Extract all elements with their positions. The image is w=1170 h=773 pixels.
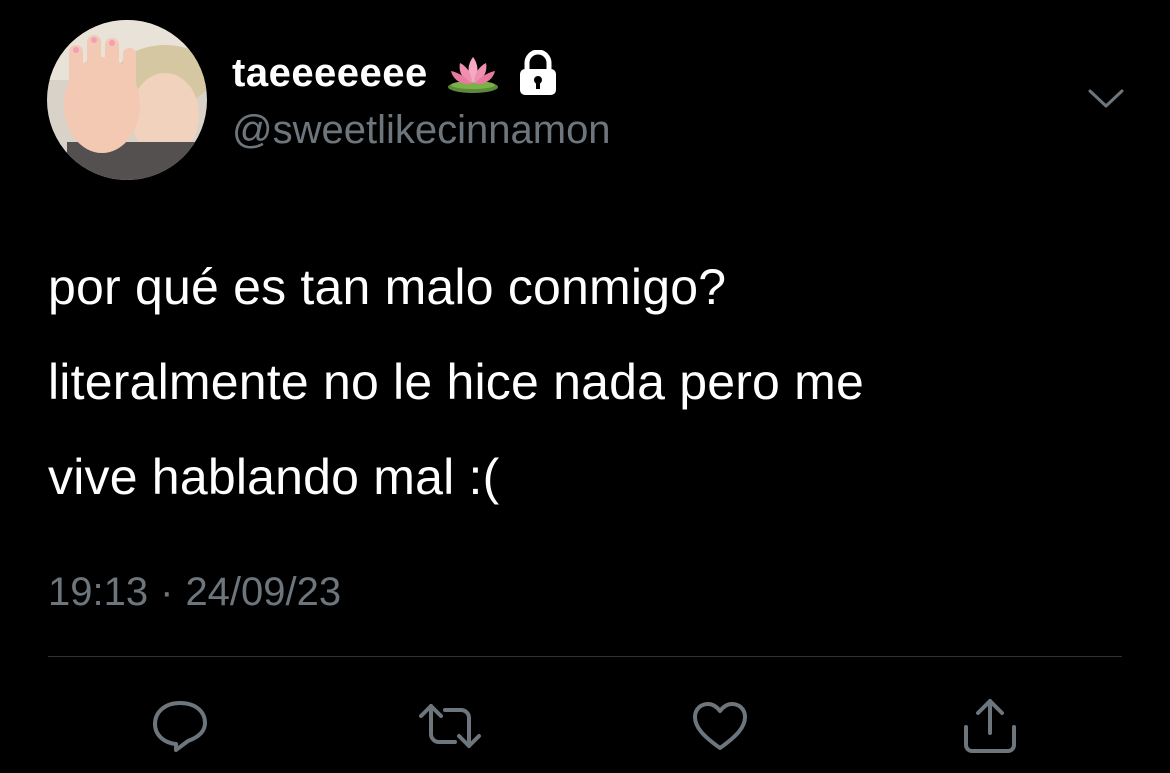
reply-button[interactable] — [150, 696, 210, 756]
like-icon — [691, 700, 749, 752]
display-name[interactable]: taeeeeeee — [232, 48, 428, 98]
retweet-icon — [417, 700, 483, 752]
timestamp[interactable]: 19:13 · 24/09/23 — [48, 566, 341, 618]
share-icon — [960, 697, 1020, 755]
retweet-button[interactable] — [417, 696, 483, 756]
reply-icon — [150, 697, 210, 755]
avatar[interactable] — [47, 20, 207, 180]
like-button[interactable] — [690, 696, 750, 756]
tweet-time: 19:13 — [48, 570, 149, 614]
user-handle[interactable]: @sweetlikecinnamon — [232, 106, 611, 154]
display-name-row: taeeeeeee — [232, 48, 560, 98]
tweet-text-line: literalmente no le hice nada pero me — [48, 354, 865, 410]
timestamp-separator: · — [160, 570, 174, 614]
chevron-down-icon[interactable] — [1086, 86, 1126, 112]
avatar-image — [47, 20, 207, 180]
tweet-text-line: vive hablando mal :( — [48, 449, 500, 505]
share-button[interactable] — [960, 696, 1020, 756]
tweet-date: 24/09/23 — [185, 570, 342, 614]
tweet-card: taeeeeeee @sweetlikecinnamon por qué es … — [0, 0, 1170, 773]
tweet-text-line: por qué es tan malo conmigo? — [48, 259, 727, 315]
lock-icon — [516, 49, 560, 96]
divider — [48, 656, 1122, 657]
tweet-text: por qué es tan malo conmigo? literalment… — [48, 240, 1128, 525]
lotus-icon — [446, 51, 500, 95]
